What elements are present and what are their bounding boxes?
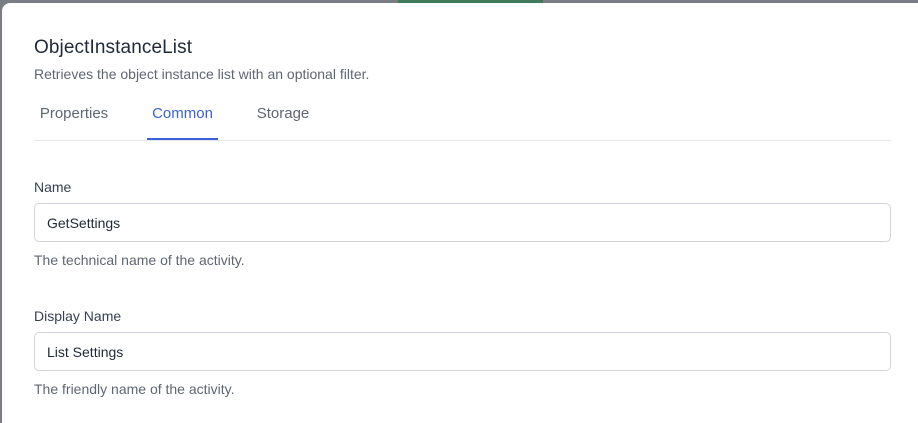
name-label: Name: [34, 179, 72, 195]
display-name-help-text: The friendly name of the activity.: [34, 381, 235, 397]
tab-bar: Properties Common Storage: [34, 95, 891, 141]
name-input[interactable]: [34, 203, 891, 242]
display-name-input[interactable]: [34, 332, 891, 371]
display-name-label: Display Name: [34, 308, 122, 324]
tab-storage[interactable]: Storage: [252, 95, 314, 140]
panel-subtitle: Retrieves the object instance list with …: [34, 66, 370, 82]
tab-properties[interactable]: Properties: [34, 95, 114, 140]
panel-title: ObjectInstanceList: [34, 37, 193, 58]
tab-common[interactable]: Common: [147, 95, 218, 140]
name-help-text: The technical name of the activity.: [34, 252, 245, 268]
activity-properties-panel: ObjectInstanceList Retrieves the object …: [2, 3, 918, 423]
